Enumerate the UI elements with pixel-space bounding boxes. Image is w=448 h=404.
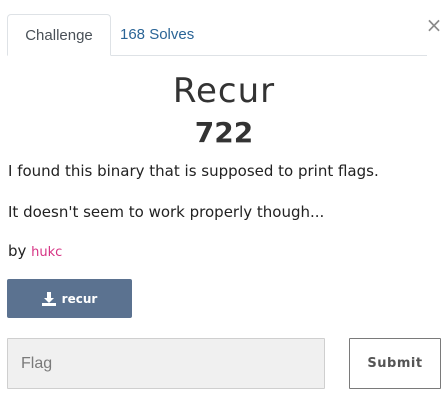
author-link[interactable]: hukc — [31, 245, 62, 260]
author-prefix: by — [8, 242, 32, 260]
challenge-points: 722 — [194, 116, 254, 149]
author-line: by hukc — [8, 241, 62, 263]
close-button[interactable]: × — [425, 15, 443, 35]
submit-button[interactable]: Submit — [349, 338, 441, 389]
download-file-button[interactable]: recur — [7, 279, 132, 318]
description-line: It doesn't seem to work properly though.… — [8, 203, 325, 221]
description-line: I found this binary that is supposed to … — [8, 162, 379, 180]
challenge-title: Recur — [172, 71, 276, 111]
download-label: recur — [61, 291, 98, 306]
tab-solves[interactable]: 168 Solves — [120, 14, 220, 56]
flag-input[interactable] — [7, 338, 325, 389]
challenge-tabs: Challenge 168 Solves — [7, 14, 427, 56]
tab-challenge[interactable]: Challenge — [7, 14, 111, 56]
download-icon — [41, 291, 56, 306]
